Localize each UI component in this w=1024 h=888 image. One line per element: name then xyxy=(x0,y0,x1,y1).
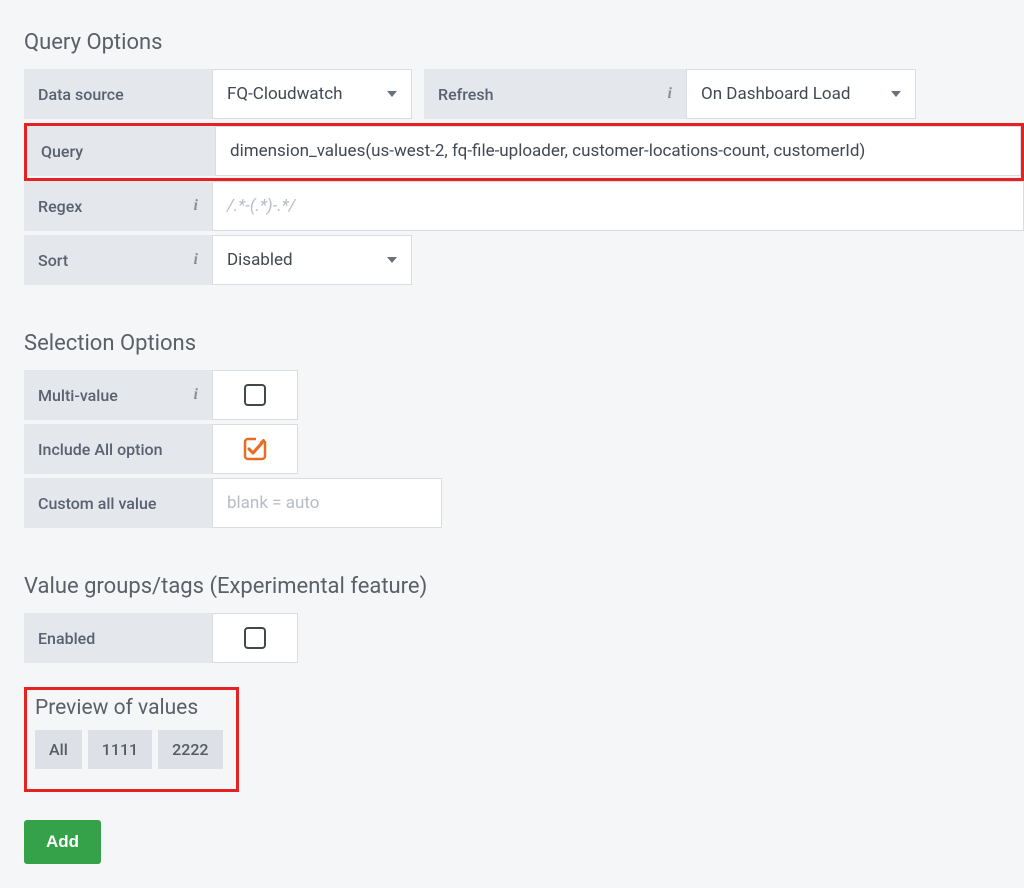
checkbox-unchecked-icon xyxy=(244,627,266,649)
section-preview: Preview of values xyxy=(35,696,228,720)
query-input[interactable]: dimension_values(us-west-2, fq-file-uplo… xyxy=(215,126,1021,176)
data-source-select[interactable]: FQ-Cloudwatch xyxy=(212,69,412,119)
label-custom-all: Custom all value xyxy=(24,478,212,528)
checkbox-unchecked-icon xyxy=(244,384,266,406)
multi-value-checkbox[interactable] xyxy=(212,370,298,420)
include-all-checkbox[interactable] xyxy=(212,424,298,474)
preview-highlight-box: Preview of values All 1111 2222 xyxy=(24,687,239,792)
regex-input[interactable]: /.*-(.*)-.*/ xyxy=(212,181,1024,231)
caret-down-icon xyxy=(879,89,901,99)
custom-all-input[interactable]: blank = auto xyxy=(212,478,442,528)
refresh-select[interactable]: On Dashboard Load xyxy=(686,69,916,119)
info-icon: i xyxy=(186,197,198,215)
section-query-options: Query Options xyxy=(24,30,1024,55)
preview-value-pill[interactable]: All xyxy=(35,730,82,769)
value-groups-enabled-checkbox[interactable] xyxy=(212,613,298,663)
label-refresh: Refresh i xyxy=(424,69,686,119)
preview-value-pill[interactable]: 2222 xyxy=(158,730,222,769)
sort-select[interactable]: Disabled xyxy=(212,235,412,285)
info-icon: i xyxy=(660,85,672,103)
caret-down-icon xyxy=(375,89,397,99)
label-regex: Regex i xyxy=(24,181,212,231)
label-data-source: Data source xyxy=(24,69,212,119)
add-button[interactable]: Add xyxy=(24,820,101,864)
caret-down-icon xyxy=(375,255,397,265)
label-sort: Sort i xyxy=(24,235,212,285)
info-icon: i xyxy=(186,386,198,404)
query-highlight-box: Query dimension_values(us-west-2, fq-fil… xyxy=(24,123,1024,181)
checkbox-checked-icon xyxy=(243,437,267,461)
label-query: Query xyxy=(27,126,215,176)
section-selection-options: Selection Options xyxy=(24,331,1024,356)
label-multi-value: Multi-value i xyxy=(24,370,212,420)
info-icon: i xyxy=(186,251,198,269)
label-enabled: Enabled xyxy=(24,613,212,663)
section-value-groups: Value groups/tags (Experimental feature) xyxy=(24,574,1024,599)
preview-value-pill[interactable]: 1111 xyxy=(88,730,152,769)
label-include-all: Include All option xyxy=(24,424,212,474)
